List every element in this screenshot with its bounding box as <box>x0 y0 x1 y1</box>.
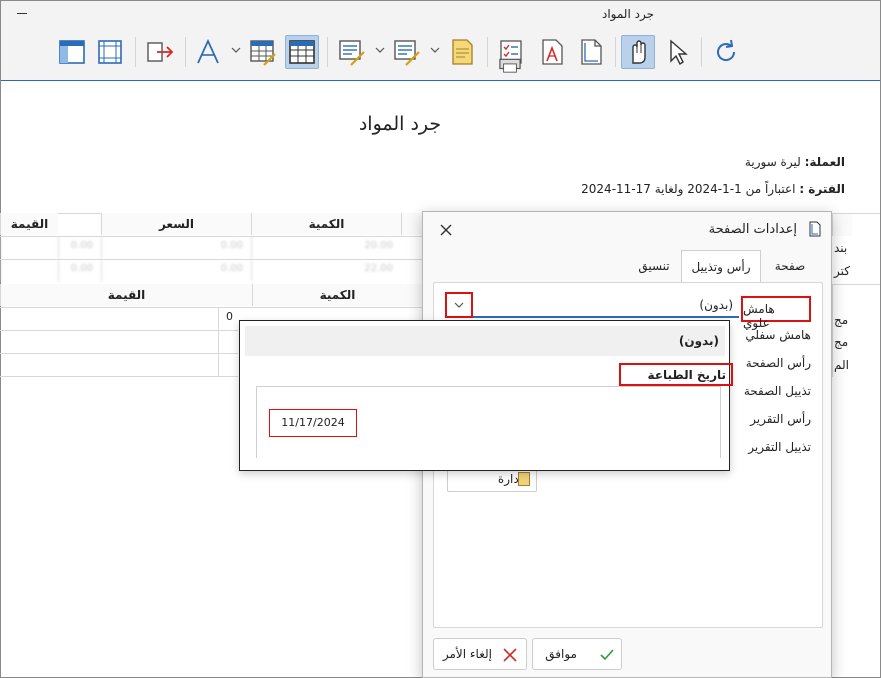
side-item-top-margin[interactable]: هامش علوي <box>741 296 811 330</box>
row-name: بند <box>834 241 848 255</box>
table-cell: 20.00 <box>251 236 401 258</box>
tab-format[interactable]: تنسيق <box>626 250 682 282</box>
window-title: جرد المواد <box>601 7 654 21</box>
chevron-down-icon[interactable] <box>430 45 440 55</box>
report-table-right-edge: بند كتر <box>832 213 880 281</box>
select-value: (بدون) <box>699 298 733 312</box>
table-cell: 0.00 <box>101 259 251 281</box>
report-table-top: القيمة السعر الكمية 0.00 20.00 0.00 0.00… <box>0 213 422 281</box>
report-title: جرد المواد <box>358 113 442 135</box>
column-header-value: القيمة <box>0 213 58 235</box>
header-page-icon[interactable] <box>445 35 479 69</box>
side-item-report-footer[interactable]: تذييل التقرير <box>748 440 811 454</box>
minimize-button[interactable] <box>9 5 35 23</box>
preview-date[interactable]: 11/17/2024 <box>269 409 357 437</box>
column-header-quantity: الكمية <box>252 284 422 306</box>
column-header-price: السعر <box>101 213 251 235</box>
page-settings-icon <box>809 221 821 237</box>
table-cell: 0.00 <box>58 259 101 281</box>
table-cell <box>0 236 58 258</box>
table-grid-icon[interactable] <box>285 35 319 69</box>
pdf-icon[interactable] <box>535 35 569 69</box>
cancel-x-icon <box>503 648 517 662</box>
side-item-page-header[interactable]: رأس الصفحة <box>746 356 811 370</box>
option-label: تاريخ الطباعة <box>647 368 726 382</box>
edit-report-icon[interactable] <box>335 35 369 69</box>
side-item-report-header[interactable]: رأس التقرير <box>750 412 811 426</box>
close-icon[interactable] <box>437 221 455 239</box>
cancel-label: إلغاء الأمر <box>442 647 492 661</box>
report-table-bottom-right-edge: مج مج الم <box>832 284 880 377</box>
row-name: مج <box>834 313 849 327</box>
print-icon[interactable] <box>495 51 525 75</box>
page-layout-icon[interactable] <box>55 35 89 69</box>
side-item-page-footer[interactable]: تذييل الصفحة <box>744 384 811 398</box>
document-icon <box>518 472 530 486</box>
dropdown-popup: (بدون) تاريخ الطباعة 11/17/2024 <box>239 320 733 471</box>
period-value: اعتباراً من 1-1-2024 ولغاية 17-11-2024 <box>581 182 796 196</box>
print-date-preview: 11/17/2024 <box>256 386 721 458</box>
table-cell: 0.00 <box>101 236 251 258</box>
chevron-down-icon[interactable] <box>375 45 385 55</box>
table-cell: 0.00 <box>58 236 101 258</box>
table-cell <box>0 259 58 281</box>
currency-line: العملة: ليرة سورية <box>745 155 845 169</box>
currency-value: ليرة سورية <box>744 155 801 169</box>
title-bar: جرد المواد <box>1 1 880 29</box>
chevron-down-icon <box>454 302 464 308</box>
toolbar <box>1 29 880 81</box>
chevron-down-icon[interactable] <box>231 45 241 55</box>
period-line: الفترة : اعتباراً من 1-1-2024 ولغاية 17-… <box>581 182 845 196</box>
select-dropdown-button[interactable] <box>445 292 473 318</box>
hand-icon[interactable] <box>621 35 655 69</box>
tab-header-footer[interactable]: رأس وتذييل <box>681 250 761 282</box>
ok-label: موافق <box>545 647 577 661</box>
row-name: كتر <box>834 264 850 278</box>
currency-label: العملة: <box>804 155 845 169</box>
side-item-bottom-margin[interactable]: هامش سفلي <box>745 328 811 342</box>
period-label: الفترة : <box>799 182 845 196</box>
dialog-title: إعدادات الصفحة <box>708 222 797 237</box>
dropdown-option-none[interactable]: (بدون) <box>245 326 725 356</box>
column-header-value: القيمة <box>0 284 252 306</box>
option-label: (بدون) <box>678 334 719 348</box>
header-select[interactable]: (بدون) <box>473 293 739 318</box>
check-icon <box>600 649 614 661</box>
edit-filter-icon[interactable] <box>390 35 424 69</box>
table-cell: 0 <box>226 310 233 323</box>
cancel-button[interactable]: إلغاء الأمر <box>433 638 527 670</box>
page-icon[interactable] <box>574 35 608 69</box>
pointer-icon[interactable] <box>660 35 694 69</box>
table-cell: 22.00 <box>251 259 401 281</box>
column-header-quantity: الكمية <box>251 213 401 235</box>
tab-page[interactable]: صفحة <box>760 250 820 282</box>
dropdown-option-print-date[interactable]: تاريخ الطباعة <box>619 363 733 386</box>
row-name: الم <box>834 358 849 372</box>
margins-icon[interactable] <box>93 35 127 69</box>
table-edit-icon[interactable] <box>246 35 280 69</box>
row-name: مج <box>834 335 849 349</box>
export-icon[interactable] <box>143 35 177 69</box>
ok-button[interactable]: موافق <box>532 638 622 670</box>
font-icon[interactable] <box>192 35 226 69</box>
refresh-icon[interactable] <box>709 35 743 69</box>
